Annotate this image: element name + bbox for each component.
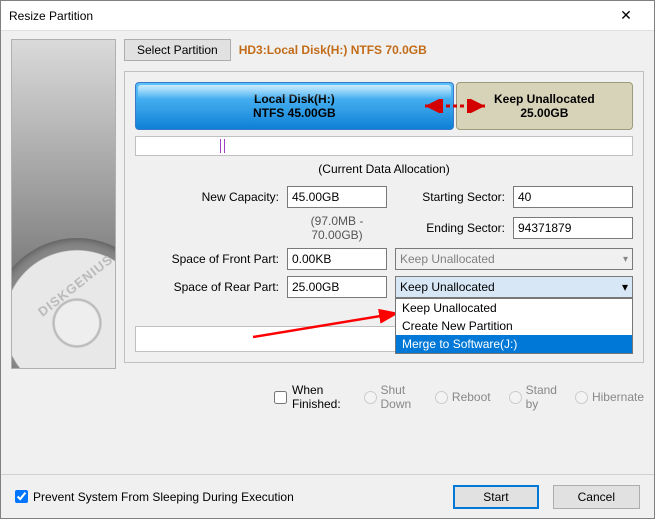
resize-partition-window: Resize Partition ✕ DISKGENIUS Select Par… [0,0,655,519]
select-row: Select Partition HD3:Local Disk(H:) NTFS… [124,39,644,61]
partition-main-fs: NTFS 45.00GB [253,106,336,120]
starting-sector-label: Starting Sector: [395,190,505,204]
resize-arrow-icon [419,99,491,113]
capacity-range-hint: (97.0MB - 70.00GB) [287,214,387,242]
select-partition-button[interactable]: Select Partition [124,39,231,61]
ending-sector-input[interactable] [513,217,633,239]
rear-option-merge[interactable]: Merge to Software(J:) [396,335,632,353]
usage-bar [135,136,633,156]
selected-disk-label: HD3:Local Disk(H:) NTFS 70.0GB [239,43,427,57]
chevron-down-icon: ▾ [622,280,628,294]
titlebar: Resize Partition ✕ [1,1,654,31]
starting-sector-input[interactable] [513,186,633,208]
window-body: DISKGENIUS Select Partition HD3:Local Di… [1,31,654,474]
new-capacity-input[interactable] [287,186,387,208]
prevent-sleep-checkbox[interactable]: Prevent System From Sleeping During Exec… [15,490,294,504]
rear-part-dropdown: Keep Unallocated Create New Partition Me… [395,298,633,354]
front-part-label: Space of Front Part: [159,252,279,266]
rear-part-label: Space of Rear Part: [159,280,279,294]
main-panel: Select Partition HD3:Local Disk(H:) NTFS… [124,39,644,464]
chevron-down-icon: ▾ [623,254,628,265]
resize-group: Local Disk(H:) NTFS 45.00GB Keep Unalloc… [124,71,644,363]
partition-main[interactable]: Local Disk(H:) NTFS 45.00GB [135,82,454,130]
start-button[interactable]: Start [453,485,538,509]
window-title: Resize Partition [9,9,606,23]
front-part-input[interactable] [287,248,387,270]
rear-part-combo[interactable]: Keep Unallocated▾ Keep Unallocated Creat… [395,276,633,298]
close-icon[interactable]: ✕ [606,1,646,31]
form-grid: New Capacity: Starting Sector: (97.0MB -… [159,186,633,298]
rear-option-create[interactable]: Create New Partition [396,317,632,335]
cancel-button[interactable]: Cancel [553,485,640,509]
when-finished-row: When Finished: Shut Down Reboot Stand by… [274,383,644,411]
partition-bar[interactable]: Local Disk(H:) NTFS 45.00GB Keep Unalloc… [135,82,633,130]
when-finished-checkbox[interactable]: When Finished: [274,383,346,411]
footer: Prevent System From Sleeping During Exec… [1,474,654,518]
partition-unallocated[interactable]: Keep Unallocated 25.00GB [456,82,633,130]
sidebar-disk-image: DISKGENIUS [11,39,116,369]
rear-part-input[interactable] [287,276,387,298]
radio-reboot: Reboot [435,390,491,404]
radio-shutdown: Shut Down [364,383,417,411]
allocation-caption: (Current Data Allocation) [135,162,633,176]
rear-option-keep[interactable]: Keep Unallocated [396,299,632,317]
front-part-combo: Keep Unallocated▾ [395,248,633,270]
unalloc-label: Keep Unallocated [494,92,595,106]
unalloc-size: 25.00GB [520,106,568,120]
radio-hibernate: Hibernate [575,390,644,404]
radio-standby: Stand by [509,383,557,411]
new-capacity-label: New Capacity: [159,190,279,204]
ending-sector-label: Ending Sector: [395,221,505,235]
